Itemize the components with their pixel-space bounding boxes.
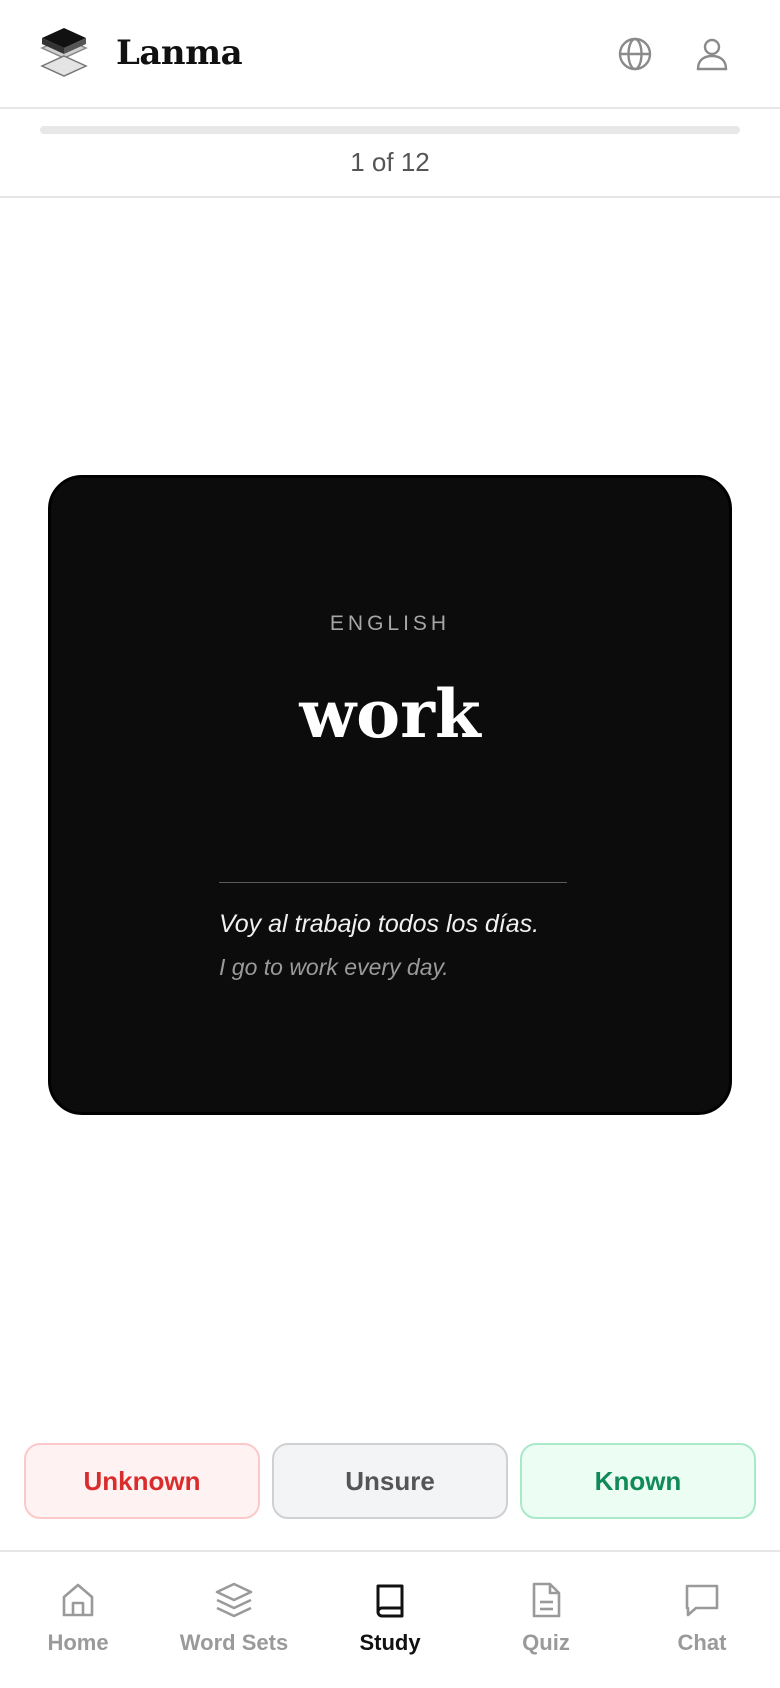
brand-name: Lanma <box>116 33 243 73</box>
progress-section: 1 of 12 <box>0 109 780 198</box>
nav-label-study: Study <box>359 1630 421 1655</box>
nav-label-chat: Chat <box>677 1630 727 1655</box>
card-language-label: ENGLISH <box>329 612 451 635</box>
book-icon <box>376 1584 404 1618</box>
flashcard[interactable]: ENGLISH work Voy al trabajo todos los dí… <box>48 475 732 1115</box>
nav-label-word-sets: Word Sets <box>179 1630 289 1655</box>
nav-item-quiz[interactable]: Quiz <box>468 1580 624 1656</box>
nav-item-chat[interactable]: Chat <box>624 1580 780 1656</box>
chat-bubble-icon <box>685 1584 719 1617</box>
progress-bar <box>40 126 740 134</box>
user-icon[interactable] <box>692 34 732 74</box>
progress-counter: 1 of 12 <box>350 147 430 177</box>
document-icon <box>532 1582 561 1618</box>
layers-icon <box>215 1582 253 1618</box>
card-example-sentence: Voy al trabajo todos los días. <box>219 910 540 938</box>
stacked-books-icon[interactable] <box>40 28 88 80</box>
bottom-nav: Home Word Sets Study Quiz Chat <box>0 1550 780 1688</box>
nav-label-quiz: Quiz <box>522 1630 570 1655</box>
nav-item-word-sets[interactable]: Word Sets <box>156 1580 312 1656</box>
top-header: Lanma <box>0 0 780 109</box>
card-divider <box>219 882 567 883</box>
known-button[interactable]: Known <box>520 1443 756 1519</box>
unsure-button[interactable]: Unsure <box>272 1443 508 1519</box>
nav-item-study[interactable]: Study <box>312 1580 468 1656</box>
app-root: Lanma 1 of 12 ENGLISH work Voy al trabaj… <box>0 0 780 1688</box>
nav-item-home[interactable]: Home <box>0 1580 156 1656</box>
unknown-button[interactable]: Unknown <box>24 1443 260 1519</box>
card-translation: I go to work every day. <box>219 954 449 980</box>
nav-label-home: Home <box>47 1630 109 1655</box>
home-icon <box>62 1583 94 1617</box>
globe-icon[interactable] <box>615 34 655 74</box>
card-word: work <box>299 675 481 753</box>
